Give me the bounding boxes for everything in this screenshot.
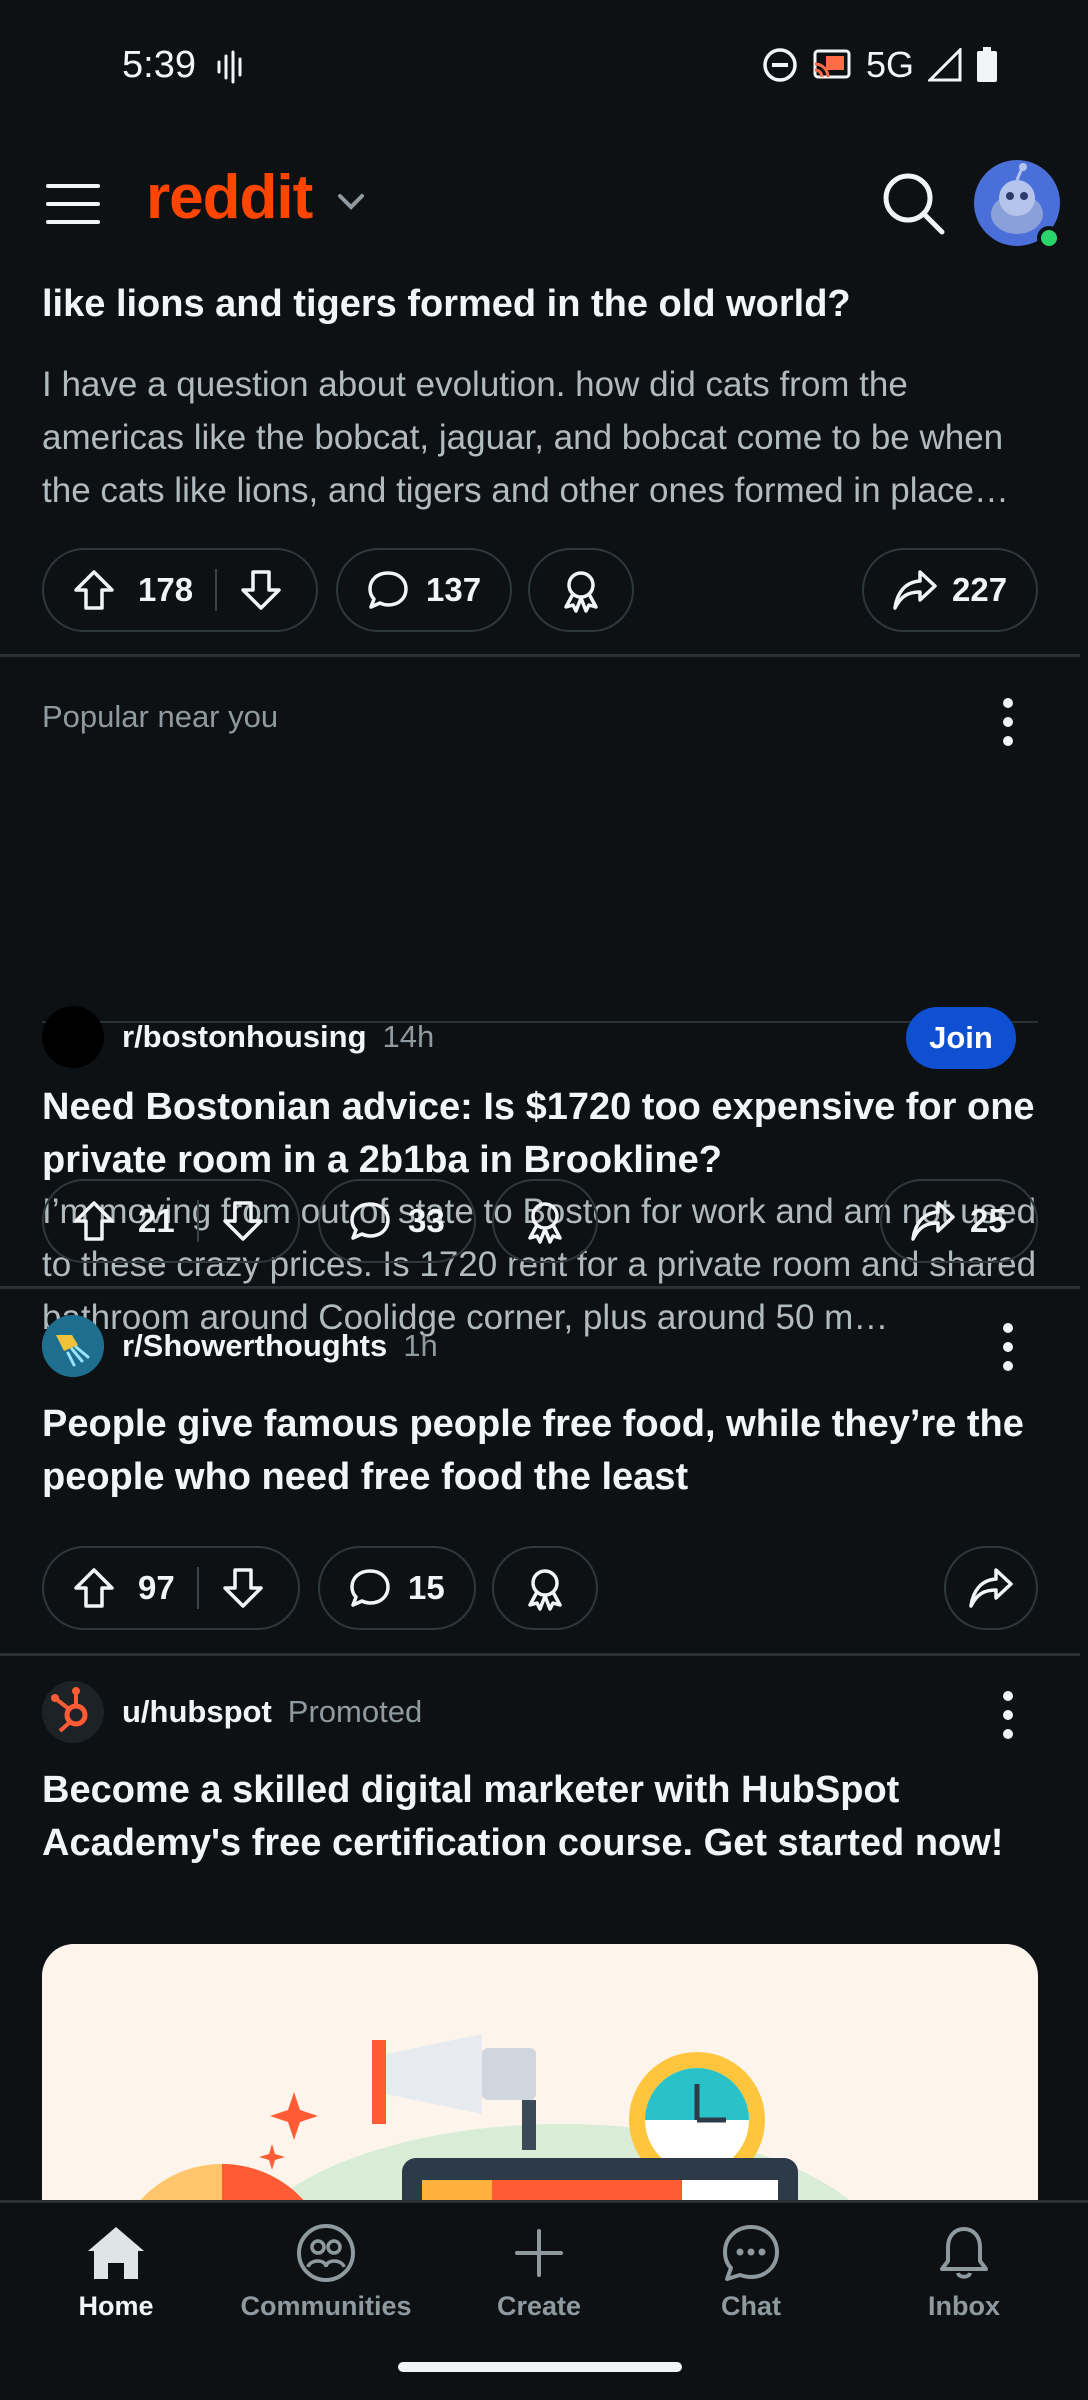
award-button[interactable] (492, 1546, 598, 1630)
nav-chat[interactable]: Chat (651, 2223, 851, 2343)
share-button[interactable]: 25 (880, 1179, 1038, 1263)
home-indicator[interactable] (398, 2362, 682, 2372)
vote-control: 178 (42, 548, 318, 632)
nav-label: Inbox (928, 2291, 1000, 2321)
downvote-icon[interactable] (221, 1199, 265, 1243)
status-time: 5:39 (122, 44, 196, 86)
post-divider (0, 1286, 1080, 1289)
upvote-count: 97 (138, 1569, 175, 1606)
online-status-dot (1037, 226, 1061, 250)
signal-icon (928, 48, 962, 82)
comment-icon (350, 1202, 390, 1240)
subreddit-name[interactable]: r/Showerthoughts (122, 1328, 387, 1364)
comments-button[interactable]: 33 (318, 1179, 476, 1263)
share-icon (911, 1201, 955, 1241)
shower-head-icon (42, 1315, 104, 1377)
nav-inbox[interactable]: Inbox (864, 2223, 1064, 2343)
post-actions: 21 33 25 (42, 1179, 1038, 1263)
nav-label: Chat (721, 2291, 781, 2321)
chat-icon (723, 2225, 779, 2281)
promoted-tag: Promoted (287, 1694, 423, 1729)
marketing-illustration (140, 2034, 850, 2200)
share-count: 227 (952, 571, 1008, 608)
post-card[interactable]: like lions and tigers formed in the old … (0, 270, 1080, 655)
section-header: Popular near you (0, 657, 1080, 1023)
upvote-count: 178 (138, 571, 194, 608)
post-title[interactable]: like lions and tigers formed in the old … (42, 278, 1042, 331)
comment-icon (350, 1569, 390, 1607)
comment-count: 137 (426, 571, 482, 608)
do-not-disturb-icon (763, 48, 797, 82)
battery-icon (977, 47, 997, 82)
award-icon (564, 571, 598, 613)
downvote-icon[interactable] (239, 568, 283, 612)
reddit-logo[interactable]: reddit (146, 162, 313, 233)
comments-button[interactable]: 137 (336, 548, 512, 632)
more-options-icon[interactable] (998, 1322, 1018, 1372)
author-name[interactable]: u/hubspot (122, 1694, 272, 1730)
award-icon (528, 1569, 562, 1611)
share-button[interactable]: 227 (862, 548, 1038, 632)
search-icon[interactable] (880, 170, 946, 236)
communities-icon (297, 2224, 355, 2282)
home-icon (88, 2227, 144, 2279)
subreddit-icon[interactable] (42, 1315, 104, 1377)
upvote-icon[interactable] (72, 1566, 116, 1610)
post-divider (0, 1653, 1080, 1656)
nav-communities[interactable]: Communities (226, 2223, 426, 2343)
nav-home[interactable]: Home (16, 2223, 216, 2343)
post-meta: u/hubspot Promoted (42, 1681, 423, 1743)
post-title[interactable]: People give famous people free food, whi… (42, 1398, 1042, 1504)
post-actions (42, 1022, 1038, 1106)
share-button[interactable] (944, 1546, 1038, 1630)
post-actions: 97 15 (42, 1546, 1038, 1630)
post-body[interactable]: I have a question about evolution. how d… (42, 358, 1042, 517)
bell-icon (940, 2227, 988, 2279)
plus-icon (515, 2229, 563, 2277)
post-actions: 178 137 227 (42, 548, 1038, 632)
sprocket-icon (51, 1687, 88, 1733)
status-icons: 5G (762, 44, 998, 86)
feed: like lions and tigers formed in the old … (0, 270, 1080, 2200)
cast-icon (813, 49, 851, 79)
nav-create[interactable]: Create (439, 2223, 639, 2343)
nav-label: Create (496, 2291, 582, 2321)
upvote-icon[interactable] (72, 568, 116, 612)
app-header: reddit (0, 140, 1088, 270)
post-meta: r/Showerthoughts 1h (42, 1315, 438, 1377)
comment-count: 15 (408, 1569, 445, 1606)
ad-image[interactable] (42, 1944, 1038, 2200)
network-type: 5G (865, 44, 914, 85)
hubspot-logo-icon[interactable] (42, 1681, 104, 1743)
nav-label: Communities (240, 2291, 412, 2321)
comment-count: 33 (408, 1202, 445, 1239)
vote-separator (196, 1567, 199, 1609)
award-button[interactable] (528, 548, 634, 632)
voice-wave-icon (217, 50, 242, 84)
vote-separator (196, 1200, 199, 1242)
chevron-down-icon[interactable] (336, 190, 366, 212)
vote-control: 21 (42, 1179, 300, 1263)
hamburger-menu-icon[interactable] (46, 182, 100, 226)
more-options-icon[interactable] (998, 697, 1018, 747)
section-label: Popular near you (42, 699, 279, 734)
award-icon (528, 1202, 562, 1244)
vote-separator (215, 569, 218, 611)
upvote-icon[interactable] (72, 1199, 116, 1243)
share-icon (969, 1568, 1013, 1608)
upvote-count: 21 (138, 1202, 175, 1239)
status-bar: 5:39 5G (0, 0, 1088, 140)
share-count: 25 (970, 1202, 1007, 1239)
more-options-icon[interactable] (998, 1690, 1018, 1740)
vote-control: 97 (42, 1546, 300, 1630)
post-title[interactable]: Become a skilled digital marketer with H… (42, 1764, 1042, 1870)
post-time: 1h (403, 1328, 438, 1363)
nav-label: Home (78, 2291, 154, 2321)
award-button[interactable] (492, 1179, 598, 1263)
comment-icon (368, 571, 408, 609)
downvote-icon[interactable] (221, 1566, 265, 1610)
share-icon (893, 570, 937, 610)
comments-button[interactable]: 15 (318, 1546, 476, 1630)
